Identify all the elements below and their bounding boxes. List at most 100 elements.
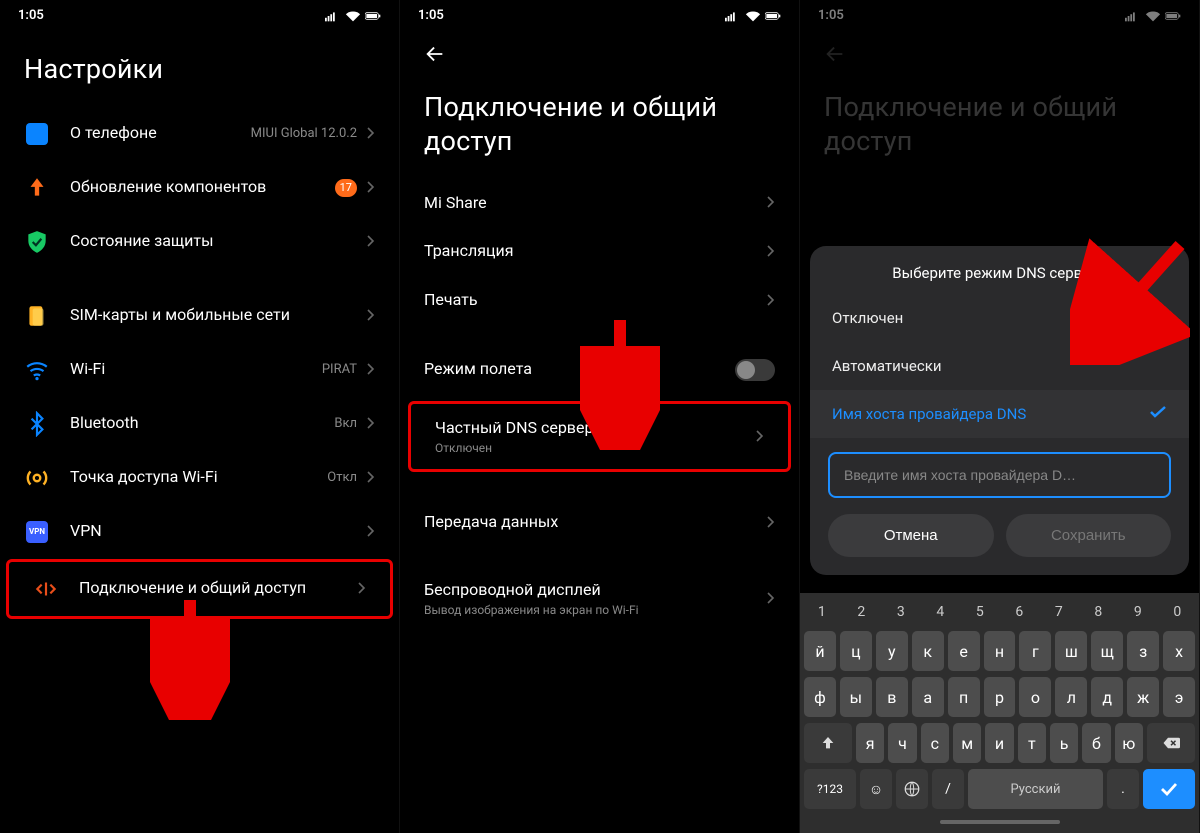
key[interactable]: с	[921, 723, 949, 763]
key-0[interactable]: 0	[1160, 599, 1196, 625]
row-vpn[interactable]: VPN VPN	[0, 505, 399, 559]
key-7[interactable]: 7	[1041, 599, 1077, 625]
dns-mode-dialog: Выберите режим DNS сервера Отключен Авто…	[810, 246, 1189, 575]
key[interactable]: щ	[1091, 631, 1123, 671]
keyboard-number-row: 1 2 3 4 5 6 7 8 9 0	[804, 599, 1195, 625]
key[interactable]: ж	[1127, 677, 1159, 717]
key[interactable]: ы	[840, 677, 872, 717]
key[interactable]: у	[876, 631, 908, 671]
key-space[interactable]: Русский	[968, 769, 1103, 809]
row-sim-cards[interactable]: SIM-карты и мобильные сети	[0, 289, 399, 343]
key[interactable]: ф	[804, 677, 836, 717]
chevron-right-icon	[767, 242, 775, 261]
key[interactable]: в	[876, 677, 908, 717]
key[interactable]: т	[1018, 723, 1046, 763]
status-icons	[325, 10, 381, 22]
airplane-toggle[interactable]	[735, 359, 775, 381]
key[interactable]: ю	[1115, 723, 1143, 763]
key[interactable]: ш	[1055, 631, 1087, 671]
chevron-right-icon	[367, 232, 375, 251]
phone-screen-connection: 1:05 Подключение и общий доступ Mi Share…	[400, 0, 800, 833]
key[interactable]: д	[1091, 677, 1123, 717]
chevron-right-icon	[767, 291, 775, 310]
key[interactable]: ч	[888, 723, 916, 763]
key[interactable]: м	[953, 723, 981, 763]
dialog-title: Выберите режим DNS сервера	[810, 264, 1189, 282]
keyboard-row-1: й ц у к е н г ш щ з х	[804, 631, 1195, 671]
key[interactable]: з	[1127, 631, 1159, 671]
key-2[interactable]: 2	[844, 599, 880, 625]
row-bluetooth[interactable]: Bluetooth Вкл	[0, 397, 399, 451]
chevron-right-icon	[367, 360, 375, 379]
key[interactable]: а	[912, 677, 944, 717]
key-3[interactable]: 3	[883, 599, 919, 625]
settings-list: О телефоне MIUI Global 12.0.2 Обновление…	[0, 107, 399, 619]
connection-icon	[33, 576, 59, 602]
row-component-update[interactable]: Обновление компонентов 17	[0, 161, 399, 215]
row-about-phone[interactable]: О телефоне MIUI Global 12.0.2	[0, 107, 399, 161]
status-icons	[725, 10, 781, 22]
key[interactable]: б	[1082, 723, 1110, 763]
key[interactable]: е	[948, 631, 980, 671]
key[interactable]: ь	[1050, 723, 1078, 763]
key-enter[interactable]	[1143, 769, 1195, 809]
key[interactable]: я	[856, 723, 884, 763]
chevron-right-icon	[767, 513, 775, 532]
key[interactable]: к	[912, 631, 944, 671]
key[interactable]: и	[985, 723, 1013, 763]
key-1[interactable]: 1	[804, 599, 840, 625]
key[interactable]: э	[1163, 677, 1195, 717]
chevron-right-icon	[367, 522, 375, 541]
key-language[interactable]	[896, 769, 928, 809]
row-mi-share[interactable]: Mi Share	[400, 179, 799, 228]
key-8[interactable]: 8	[1081, 599, 1117, 625]
key-emoji[interactable]: ☺	[860, 769, 892, 809]
key-period[interactable]: .	[1107, 769, 1139, 809]
row-private-dns[interactable]: Частный DNS сервер Отключен	[408, 401, 791, 472]
bluetooth-icon	[24, 411, 50, 437]
key-slash[interactable]: /	[932, 769, 964, 809]
row-wifi[interactable]: Wi-Fi PIRAT	[0, 343, 399, 397]
chevron-right-icon	[367, 306, 375, 325]
key[interactable]: п	[948, 677, 980, 717]
save-button[interactable]: Сохранить	[1006, 514, 1172, 557]
dns-hostname-input[interactable]	[828, 452, 1171, 498]
row-cast[interactable]: Трансляция	[400, 227, 799, 276]
row-wireless-display[interactable]: Беспроводной дисплей Вывод изображения н…	[400, 566, 799, 631]
chevron-right-icon	[358, 579, 366, 598]
back-button[interactable]	[424, 35, 446, 73]
key[interactable]: ц	[840, 631, 872, 671]
row-hotspot[interactable]: Точка доступа Wi-Fi Откл	[0, 451, 399, 505]
row-security-status[interactable]: Состояние защиты	[0, 215, 399, 269]
row-connection-sharing[interactable]: Подключение и общий доступ	[6, 559, 393, 619]
row-airplane-mode[interactable]: Режим полета	[400, 345, 799, 395]
status-time: 1:05	[18, 8, 44, 23]
status-bar: 1:05	[0, 0, 399, 27]
key-5[interactable]: 5	[962, 599, 998, 625]
key[interactable]: о	[1019, 677, 1051, 717]
row-print[interactable]: Печать	[400, 276, 799, 325]
key-shift[interactable]	[804, 723, 852, 763]
key[interactable]: л	[1055, 677, 1087, 717]
sim-icon	[24, 303, 50, 329]
cancel-button[interactable]: Отмена	[828, 514, 994, 557]
key-4[interactable]: 4	[923, 599, 959, 625]
vpn-icon: VPN	[24, 519, 50, 545]
row-data-usage[interactable]: Передача данных	[400, 498, 799, 547]
key[interactable]: г	[1019, 631, 1051, 671]
keyboard-row-4: ?123 ☺ / Русский .	[804, 769, 1195, 809]
key-symbols[interactable]: ?123	[804, 769, 856, 809]
connection-list: Mi Share Трансляция Печать Режим полета …	[400, 179, 799, 632]
option-off[interactable]: Отключен	[810, 294, 1189, 342]
key[interactable]: й	[804, 631, 836, 671]
key-backspace[interactable]	[1147, 723, 1195, 763]
key[interactable]: р	[984, 677, 1016, 717]
key[interactable]: н	[984, 631, 1016, 671]
key-9[interactable]: 9	[1120, 599, 1156, 625]
option-auto[interactable]: Автоматически	[810, 342, 1189, 390]
option-hostname[interactable]: Имя хоста провайдера DNS	[810, 390, 1189, 438]
phone-screen-settings: 1:05 Настройки О телефоне MIUI Global 12…	[0, 0, 400, 833]
chevron-right-icon	[367, 124, 375, 143]
key-6[interactable]: 6	[1002, 599, 1038, 625]
key[interactable]: х	[1163, 631, 1195, 671]
